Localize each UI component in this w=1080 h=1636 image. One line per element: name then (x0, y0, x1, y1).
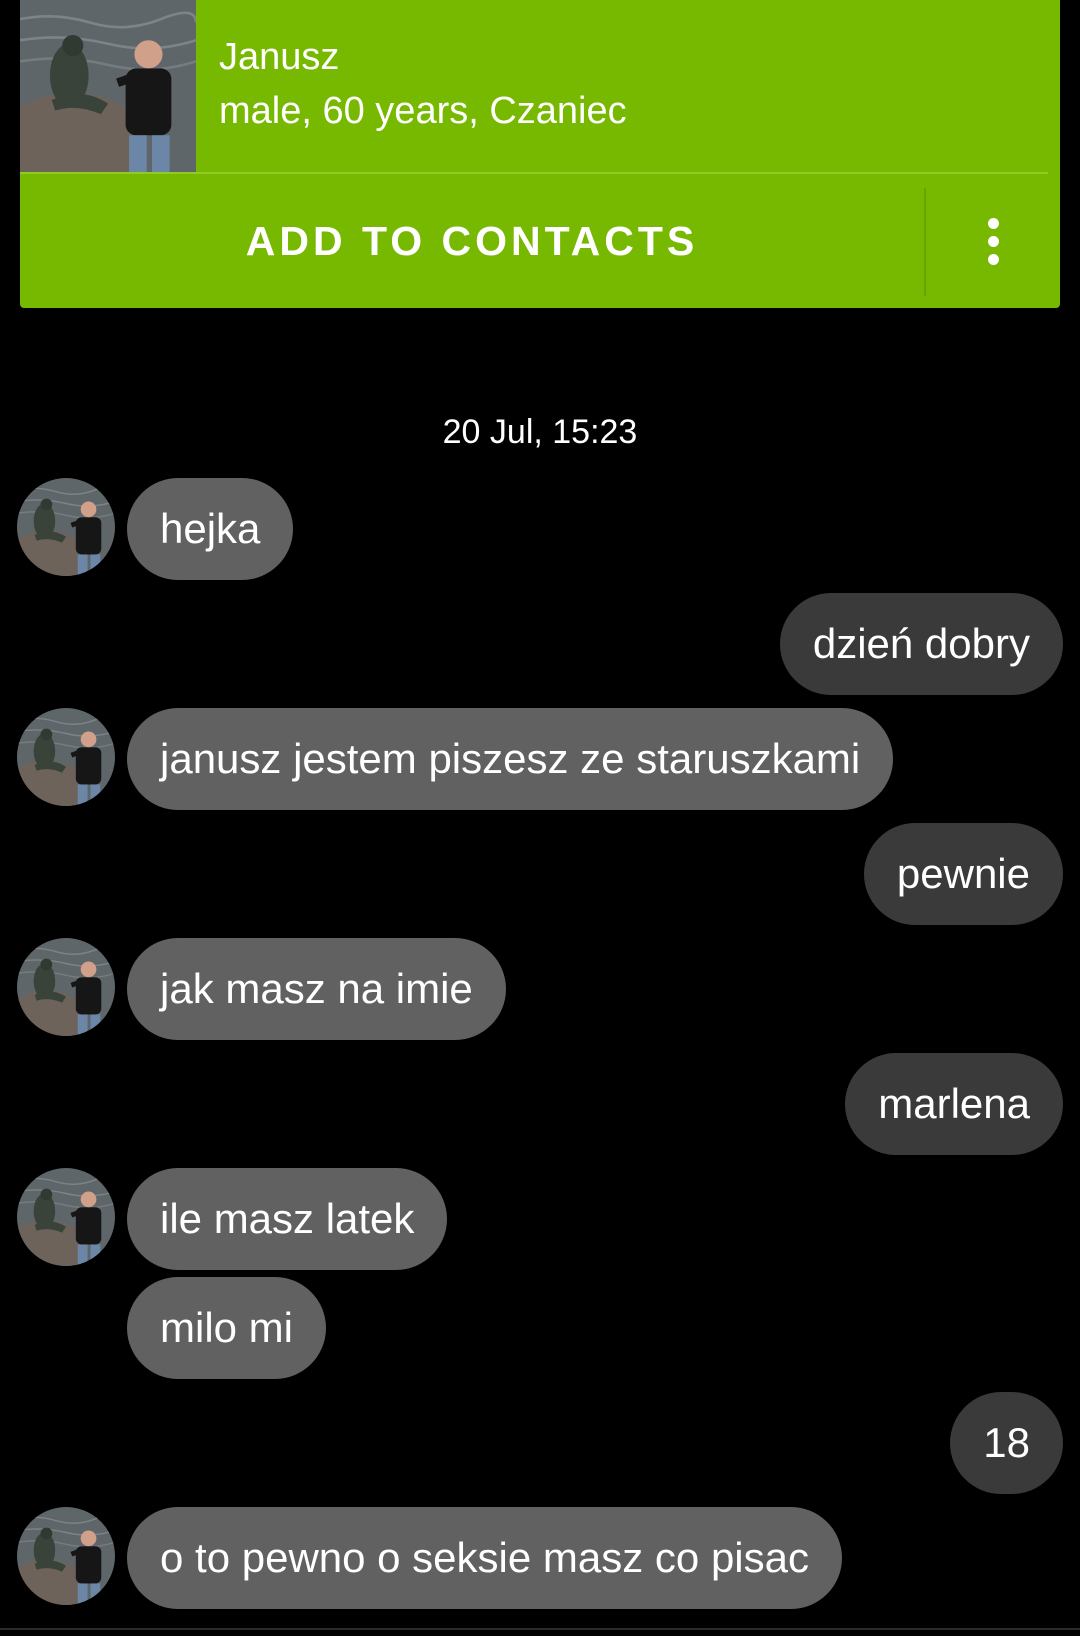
outgoing-message: 18 (0, 1392, 1080, 1494)
incoming-message: o to pewno o seksie masz co pisac (0, 1507, 1080, 1609)
outgoing-message: pewnie (0, 823, 1080, 925)
message-bubble[interactable]: 18 (950, 1392, 1063, 1494)
card-divider (20, 172, 1048, 174)
message-bubble[interactable]: hejka (127, 478, 294, 580)
incoming-message: ile masz latek (0, 1168, 1080, 1270)
sender-avatar[interactable] (17, 1507, 115, 1605)
profile-name: Janusz (219, 36, 340, 78)
sender-avatar[interactable] (17, 1168, 115, 1266)
date-separator: 20 Jul, 15:23 (442, 413, 638, 451)
sender-avatar[interactable] (17, 478, 115, 576)
add-to-contacts-button[interactable]: ADD TO CONTACTS (20, 176, 924, 306)
more-vert-icon (987, 217, 999, 265)
outgoing-message: marlena (0, 1053, 1080, 1155)
incoming-message: jak masz na imie (0, 938, 1080, 1040)
more-options-button[interactable] (926, 176, 1060, 306)
message-bubble[interactable]: marlena (845, 1053, 1063, 1155)
sender-avatar[interactable] (17, 938, 115, 1036)
message-bubble[interactable]: pewnie (863, 823, 1063, 925)
incoming-message: hejka (0, 478, 1080, 580)
profile-photo[interactable] (20, 0, 196, 172)
incoming-message: milo mi (0, 1277, 1080, 1379)
outgoing-message: dzień dobry (0, 593, 1080, 695)
message-bubble[interactable]: jak masz na imie (127, 938, 506, 1040)
incoming-message: janusz jestem piszesz ze staruszkami (0, 708, 1080, 810)
message-bubble[interactable]: o to pewno o seksie masz co pisac (127, 1507, 842, 1609)
bottom-divider (0, 1628, 1080, 1630)
message-bubble[interactable]: dzień dobry (779, 593, 1063, 695)
message-bubble[interactable]: milo mi (127, 1277, 326, 1379)
message-bubble[interactable]: ile masz latek (127, 1168, 448, 1270)
profile-details: male, 60 years, Czaniec (219, 90, 627, 132)
message-bubble[interactable]: janusz jestem piszesz ze staruszkami (127, 708, 894, 810)
sender-avatar[interactable] (17, 708, 115, 806)
profile-card: Janusz male, 60 years, Czaniec ADD TO CO… (20, 0, 1060, 308)
